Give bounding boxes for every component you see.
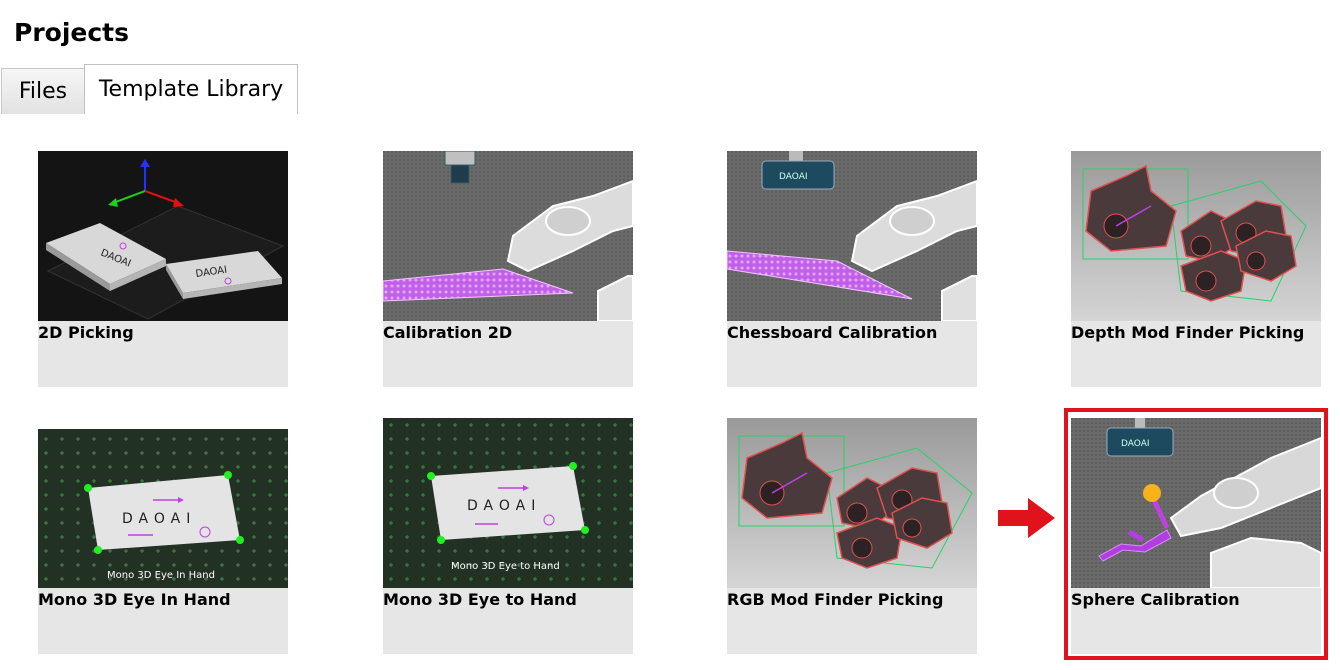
template-card-mono-3d-eye-to-hand[interactable]: DAOAI Mono 3D Eye to Hand Mono 3D Eye to… (383, 418, 633, 654)
template-card-mono-3d-eye-in-hand[interactable]: DAOAI Mono 3D Eye In Hand Mono 3D Eye In… (38, 418, 288, 654)
template-label: RGB Mod Finder Picking (727, 590, 944, 609)
tab-template-library[interactable]: Template Library (84, 64, 298, 114)
pointer-arrow-icon (998, 498, 1055, 538)
template-card-rgb-mod-finder-picking[interactable]: RGB Mod Finder Picking (727, 418, 977, 654)
template-label: Mono 3D Eye In Hand (38, 590, 231, 609)
template-thumbnail: DAOAI Mono 3D Eye to Hand (383, 418, 633, 588)
template-thumbnail (1071, 151, 1321, 321)
template-card-depth-mod-finder-picking[interactable]: Depth Mod Finder Picking (1071, 151, 1321, 387)
card-logo: DAOAI (467, 498, 541, 514)
template-label: Calibration 2D (383, 323, 513, 342)
template-label: Depth Mod Finder Picking (1071, 323, 1305, 342)
card-logo: DAOAI (122, 511, 196, 527)
tab-files[interactable]: Files (1, 68, 85, 114)
thumbnail-caption: Mono 3D Eye In Hand (107, 570, 215, 581)
template-label: Chessboard Calibration (727, 323, 938, 342)
page-title: Projects (14, 18, 130, 47)
template-label: Mono 3D Eye to Hand (383, 590, 577, 609)
template-thumbnail: DAOAI Mono 3D Eye In Hand (38, 418, 288, 588)
template-thumbnail: DAOAI DAOAI (38, 151, 288, 321)
tab-bar: Files Template Library (0, 64, 1340, 114)
selection-highlight-box (1064, 408, 1328, 660)
template-label: 2D Picking (38, 323, 134, 342)
template-thumbnail (383, 151, 633, 321)
template-card-chessboard-calibration[interactable]: DAOAI Chessboard Calibration (727, 151, 977, 387)
thumbnail-caption: Mono 3D Eye to Hand (451, 561, 560, 572)
template-thumbnail (727, 418, 977, 588)
template-card-calibration-2d[interactable]: Calibration 2D (383, 151, 633, 387)
camera-logo: DAOAI (779, 172, 808, 182)
template-card-2d-picking[interactable]: DAOAI DAOAI 2D Picking (38, 151, 288, 387)
template-thumbnail: DAOAI (727, 151, 977, 321)
